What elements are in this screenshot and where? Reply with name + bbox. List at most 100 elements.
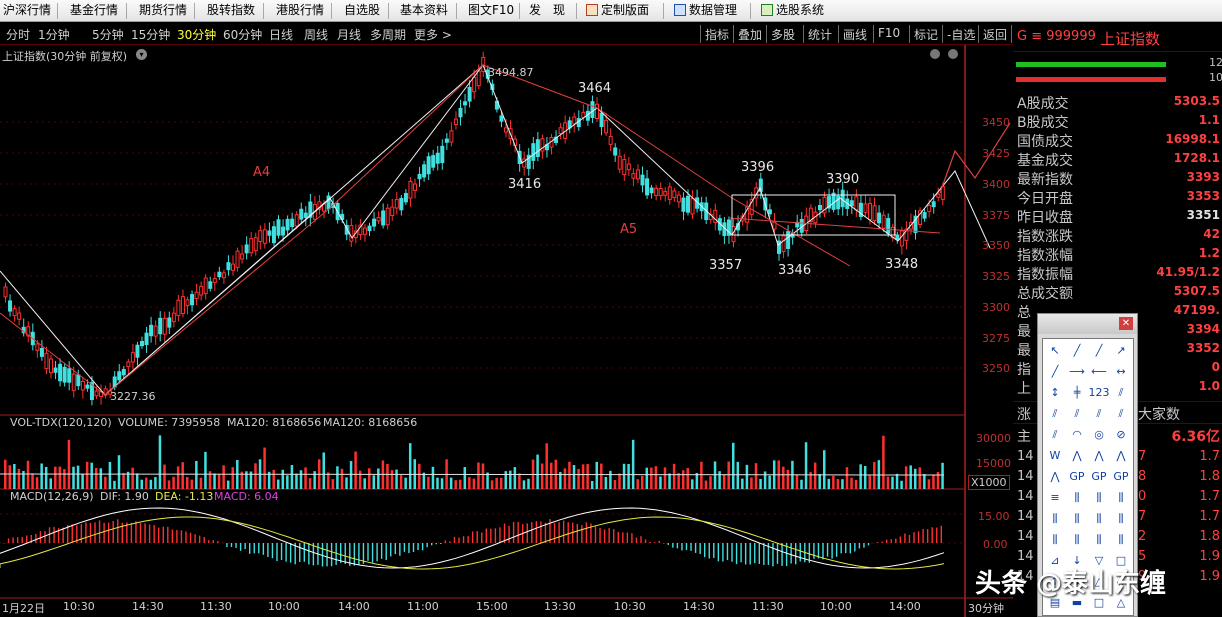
menu-hk-quotes[interactable]: 港股行情	[276, 3, 324, 18]
kline-chart[interactable]	[0, 23, 1013, 617]
draw-tool-button[interactable]: ⫽	[1110, 404, 1132, 423]
draw-tool-button[interactable]: ↖	[1044, 341, 1066, 360]
candle-body	[681, 197, 686, 212]
draw-tool-button[interactable]: ⫼	[1088, 509, 1110, 528]
candle-body	[881, 214, 886, 229]
draw-tool-button[interactable]: ⫽	[1088, 404, 1110, 423]
menu-neeq-index[interactable]: 股转指数	[207, 3, 255, 18]
volume-bar	[263, 447, 266, 489]
draw-tool-button[interactable]: ╱	[1088, 341, 1110, 360]
draw-tool-button[interactable]: ⫽	[1066, 404, 1088, 423]
draw-tool-button[interactable]: ◎	[1088, 425, 1110, 444]
volume-bar	[377, 468, 380, 489]
candle-body	[922, 212, 927, 219]
chart-close-icon[interactable]	[948, 49, 958, 59]
volume-bar	[295, 473, 298, 489]
draw-tool-button[interactable]: ⫼	[1066, 530, 1088, 549]
volume-bar	[222, 465, 225, 489]
volume-bar	[354, 451, 357, 489]
candle-body	[645, 178, 650, 196]
volume-bar	[882, 435, 885, 489]
volume-indicator-name[interactable]: VOL-TDX(120,120)	[10, 416, 112, 429]
draw-tool-button[interactable]: ⫼	[1044, 509, 1066, 528]
draw-tool-button[interactable]: ⋀	[1044, 467, 1066, 486]
draw-tool-button[interactable]: ⊘	[1110, 425, 1132, 444]
candle-body	[294, 214, 299, 227]
menu-separator	[388, 3, 389, 19]
quote-row-value: 42	[1203, 227, 1220, 241]
menu-discover-2[interactable]: 现	[553, 3, 565, 18]
draw-tool-button[interactable]: ⫽	[1110, 383, 1132, 402]
candle-body	[76, 374, 81, 387]
draw-tool-button[interactable]: ⋀	[1088, 446, 1110, 465]
volume-bar	[90, 462, 93, 489]
menu-sh-sz-quotes[interactable]: 沪深行情	[3, 3, 51, 18]
draw-tool-button[interactable]: GP	[1110, 467, 1132, 486]
draw-tool-button[interactable]: ↔	[1110, 362, 1132, 381]
draw-tool-button[interactable]: ╱	[1066, 341, 1088, 360]
macd-indicator-name[interactable]: MACD(12,26,9)	[10, 490, 94, 503]
draw-tool-button[interactable]: W	[1044, 446, 1066, 465]
period-tag[interactable]: 30分钟	[968, 600, 1004, 616]
volume-bar	[499, 477, 503, 489]
price-level-label: 3450	[982, 116, 1010, 129]
draw-tool-button[interactable]: ╱	[1044, 362, 1066, 381]
volume-ma-line	[0, 473, 945, 476]
quote-row-label: 指	[1017, 362, 1031, 378]
volume-bar	[745, 464, 749, 489]
draw-tool-button[interactable]: ⫼	[1044, 530, 1066, 549]
draw-tool-button[interactable]: ⫼	[1088, 530, 1110, 549]
draw-tool-button[interactable]: ↕	[1044, 383, 1066, 402]
menu-watchlist[interactable]: 自选股	[344, 3, 380, 18]
draw-tool-button[interactable]: ╪	[1066, 383, 1088, 402]
volume-bars	[0, 435, 945, 489]
close-icon[interactable]: ✕	[1119, 317, 1133, 330]
candle-body	[253, 237, 258, 252]
draw-tool-button[interactable]: ◠	[1066, 425, 1088, 444]
annotation-3416: 3416	[508, 177, 542, 192]
draw-tool-button[interactable]: ⫼	[1110, 530, 1132, 549]
draw-tool-button[interactable]: ⟵	[1088, 362, 1110, 381]
draw-tool-button[interactable]: ⟶	[1066, 362, 1088, 381]
draw-tool-button[interactable]: ⫼	[1066, 509, 1088, 528]
menu-custom-layout[interactable]: 定制版面	[586, 3, 649, 18]
draw-tool-button[interactable]: GP	[1088, 467, 1110, 486]
draw-tool-button[interactable]: ⫽	[1044, 425, 1066, 444]
draw-tool-button[interactable]: ↗	[1110, 341, 1132, 360]
volume-bar	[477, 462, 480, 489]
volume-bar	[95, 467, 98, 489]
palette-titlebar[interactable]: ✕	[1038, 314, 1137, 334]
chart-title-options-icon[interactable]: ▾	[136, 49, 147, 60]
draw-tool-button[interactable]: ≡	[1044, 488, 1066, 507]
volume-bar	[763, 471, 767, 489]
draw-tool-button[interactable]: ⫼	[1110, 509, 1132, 528]
watermark: 头条 @泰山东缠	[975, 569, 1167, 599]
draw-tool-button[interactable]: ⫼	[1110, 488, 1132, 507]
draw-tool-button[interactable]: ⫼	[1066, 488, 1088, 507]
menu-basic-info[interactable]: 基本资料	[400, 3, 448, 18]
volume-bar	[595, 461, 598, 489]
draw-tool-button[interactable]: ⫼	[1088, 488, 1110, 507]
volume-bar	[663, 467, 667, 489]
volume-bar	[135, 473, 139, 489]
candle-body	[622, 159, 627, 176]
volume-bar	[722, 474, 726, 489]
candle-body	[431, 155, 436, 168]
volume-bar	[163, 464, 166, 489]
draw-tool-button[interactable]: GP	[1066, 467, 1088, 486]
menu-fund-quotes[interactable]: 基金行情	[70, 3, 118, 18]
volume-bar	[863, 465, 867, 489]
draw-tool-button[interactable]: 123	[1088, 383, 1110, 402]
menu-discover-1[interactable]: 发	[529, 3, 541, 18]
menu-stock-screener[interactable]: 选股系统	[761, 3, 824, 18]
chart-settings-icon[interactable]	[930, 49, 940, 59]
draw-tool-button[interactable]: ⋀	[1066, 446, 1088, 465]
volume-bar	[759, 478, 762, 489]
draw-tool-button[interactable]: ⫽	[1044, 404, 1066, 423]
volume-bar	[918, 467, 922, 489]
menu-f10[interactable]: 图文F10	[468, 3, 514, 18]
draw-tool-button[interactable]: ⋀	[1110, 446, 1132, 465]
menu-data-management[interactable]: 数据管理	[674, 3, 737, 18]
menu-futures-quotes[interactable]: 期货行情	[139, 3, 187, 18]
volume-bar	[868, 475, 871, 489]
